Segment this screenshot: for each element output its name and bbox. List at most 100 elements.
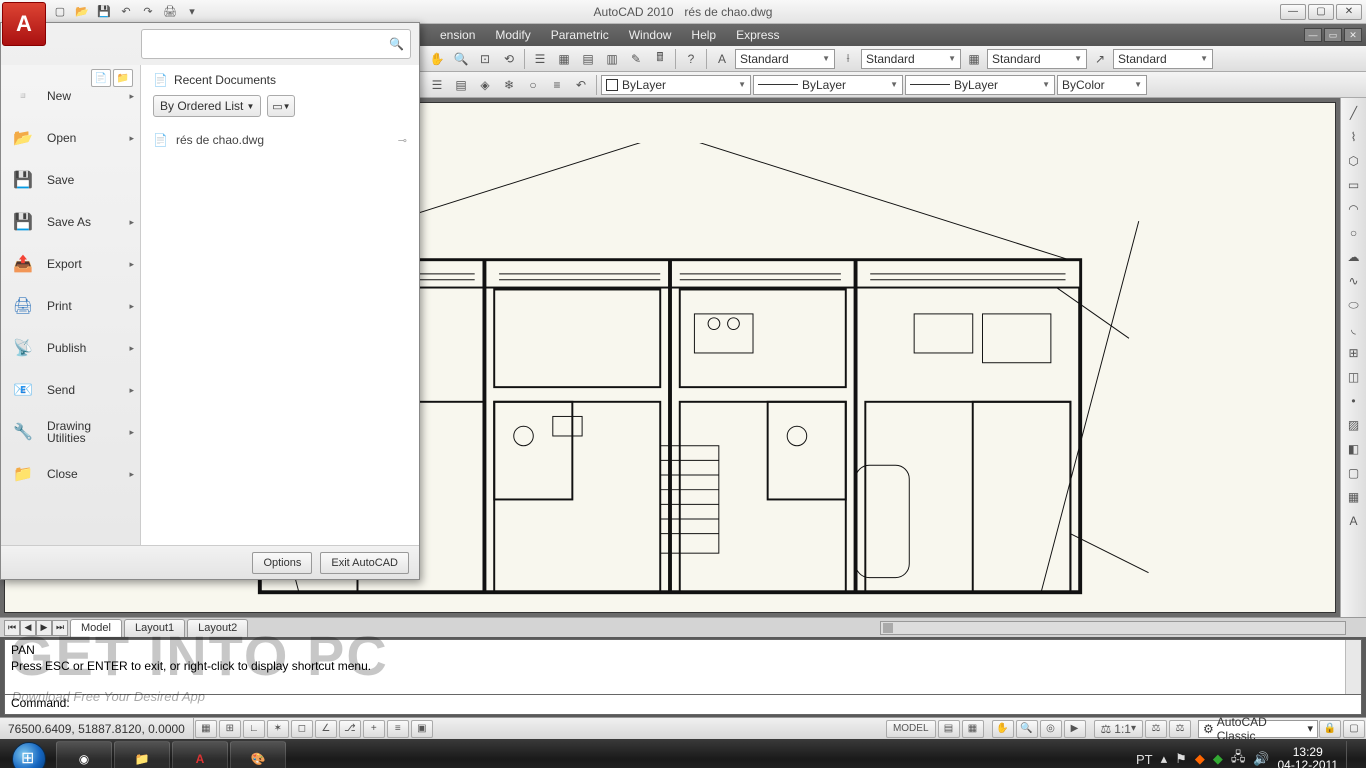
layer-match-icon[interactable]: ≡	[546, 74, 568, 96]
qat-open-icon[interactable]: 📂	[72, 3, 92, 21]
tray-language[interactable]: PT	[1136, 752, 1153, 767]
app-menu-close[interactable]: 📁Close▸	[1, 453, 140, 495]
recent-sort-combo[interactable]: By Ordered List ▼	[153, 95, 261, 117]
window-close-button[interactable]: ✕	[1336, 4, 1362, 20]
taskbar-explorer[interactable]: 📁	[114, 741, 170, 768]
zoom-status-icon[interactable]: 🔍	[1016, 720, 1038, 738]
help-icon[interactable]: ?	[680, 48, 702, 70]
ellipsearc-icon[interactable]: ◟	[1343, 318, 1365, 340]
clean-screen-icon[interactable]: ▢	[1343, 720, 1365, 738]
properties-icon[interactable]: ☰	[529, 48, 551, 70]
dimstyle-combo[interactable]: Standard▼	[861, 49, 961, 69]
menu-parametric[interactable]: Parametric	[541, 24, 619, 46]
textstyle-combo[interactable]: Standard▼	[735, 49, 835, 69]
polygon-icon[interactable]: ⬡	[1343, 150, 1365, 172]
tab-layout2[interactable]: Layout2	[187, 619, 248, 637]
app-menu-utilities[interactable]: 🔧Drawing Utilities▸	[1, 411, 140, 453]
pan-status-icon[interactable]: ✋	[992, 720, 1014, 738]
tablestyle-icon[interactable]: ▦	[963, 48, 985, 70]
hatch-icon[interactable]: ▨	[1343, 414, 1365, 436]
start-button[interactable]	[4, 741, 54, 768]
dimstyle-icon[interactable]: ⟊	[837, 48, 859, 70]
spline-icon[interactable]: ∿	[1343, 270, 1365, 292]
otrack-toggle[interactable]: ∠	[315, 720, 337, 738]
menu-help[interactable]: Help	[681, 24, 726, 46]
pin-icon[interactable]: ⊸	[398, 134, 407, 147]
lineweight-combo[interactable]: ByLayer▼	[905, 75, 1055, 95]
zoom-window-icon[interactable]: ⊡	[474, 48, 496, 70]
model-space-toggle[interactable]: MODEL	[886, 720, 936, 738]
qat-undo-icon[interactable]: ↶	[116, 3, 136, 21]
doc-minimize-button[interactable]: —	[1304, 28, 1322, 42]
last-tab-button[interactable]: ⏭	[52, 620, 68, 636]
color-combo[interactable]: ByLayer▼	[601, 75, 751, 95]
app-menu-open[interactable]: 📂Open▸	[1, 117, 140, 159]
app-menu-saveas[interactable]: 💾Save As▸	[1, 201, 140, 243]
first-tab-button[interactable]: ⏮	[4, 620, 20, 636]
plotstyle-combo[interactable]: ByColor▼	[1057, 75, 1147, 95]
line-icon[interactable]: ╱	[1343, 102, 1365, 124]
app-menu-search-input[interactable]	[148, 37, 389, 51]
prev-tab-button[interactable]: ◀	[20, 620, 36, 636]
window-minimize-button[interactable]: —	[1280, 4, 1306, 20]
recent-view-combo[interactable]: ▭ ▼	[267, 95, 295, 117]
gradient-icon[interactable]: ◧	[1343, 438, 1365, 460]
tray-clock[interactable]: 13:29 04-12-2011	[1278, 746, 1339, 768]
command-history[interactable]: PAN Press ESC or ENTER to exit, or right…	[4, 639, 1362, 695]
layer-off-icon[interactable]: ○	[522, 74, 544, 96]
sheetset-icon[interactable]: ▥	[601, 48, 623, 70]
snap-toggle[interactable]: ▦	[195, 720, 217, 738]
tray-app-icon[interactable]: ◆	[1195, 751, 1205, 767]
polyline-icon[interactable]: ⌇	[1343, 126, 1365, 148]
qat-save-icon[interactable]: 💾	[94, 3, 114, 21]
tab-layout1[interactable]: Layout1	[124, 619, 185, 637]
show-desktop-button[interactable]	[1346, 741, 1354, 768]
toolbar-lock-icon[interactable]: 🔒	[1319, 720, 1341, 738]
layer-freeze-icon[interactable]: ❄	[498, 74, 520, 96]
annotation-scale[interactable]: ⚖1:1 ▾	[1094, 720, 1143, 738]
steering-wheel-icon[interactable]: ◎	[1040, 720, 1062, 738]
menu-modify[interactable]: Modify	[485, 24, 540, 46]
table-icon[interactable]: ▦	[1343, 486, 1365, 508]
linetype-combo[interactable]: ByLayer▼	[753, 75, 903, 95]
ortho-toggle[interactable]: ∟	[243, 720, 265, 738]
revcloud-icon[interactable]: ☁	[1343, 246, 1365, 268]
qat-redo-icon[interactable]: ↷	[138, 3, 158, 21]
lwt-toggle[interactable]: ≡	[387, 720, 409, 738]
app-menu-export[interactable]: 📤Export▸	[1, 243, 140, 285]
pan-icon[interactable]: ✋	[426, 48, 448, 70]
ducs-toggle[interactable]: ⎇	[339, 720, 361, 738]
taskbar-autocad[interactable]: A	[172, 741, 228, 768]
tab-model[interactable]: Model	[70, 619, 122, 637]
quickview-layouts-icon[interactable]: ▤	[938, 720, 960, 738]
menu-dimension[interactable]: ension	[430, 24, 485, 46]
doc-restore-button[interactable]: ▭	[1324, 28, 1342, 42]
app-menu-send[interactable]: 📧Send▸	[1, 369, 140, 411]
layer-prev-icon[interactable]: ↶	[570, 74, 592, 96]
exit-button[interactable]: Exit AutoCAD	[320, 552, 409, 574]
toolpalette-icon[interactable]: ▤	[577, 48, 599, 70]
tray-network-icon[interactable]: 🖧	[1231, 748, 1246, 768]
app-menu-save[interactable]: 💾Save	[1, 159, 140, 201]
window-maximize-button[interactable]: ▢	[1308, 4, 1334, 20]
mleaderstyle-icon[interactable]: ↗	[1089, 48, 1111, 70]
circle-icon[interactable]: ○	[1343, 222, 1365, 244]
tray-flag-icon[interactable]: ⚑	[1175, 751, 1187, 767]
taskbar-paint[interactable]: 🎨	[230, 741, 286, 768]
mleaderstyle-combo[interactable]: Standard▼	[1113, 49, 1213, 69]
app-logo-button[interactable]: A	[2, 2, 46, 46]
tablestyle-combo[interactable]: Standard▼	[987, 49, 1087, 69]
coordinates-readout[interactable]: 76500.6409, 51887.8120, 0.0000	[0, 718, 194, 739]
layer-states-icon[interactable]: ▤	[450, 74, 472, 96]
next-tab-button[interactable]: ▶	[36, 620, 52, 636]
app-menu-search[interactable]: 🔍	[141, 29, 411, 59]
options-button[interactable]: Options	[252, 552, 312, 574]
horizontal-scrollbar[interactable]	[880, 621, 1346, 635]
textstyle-icon[interactable]: A	[711, 48, 733, 70]
qat-dropdown-icon[interactable]: ▾	[182, 3, 202, 21]
region-icon[interactable]: ▢	[1343, 462, 1365, 484]
mtext-icon[interactable]: A	[1343, 510, 1365, 532]
designcenter-icon[interactable]: ▦	[553, 48, 575, 70]
qp-toggle[interactable]: ▣	[411, 720, 433, 738]
app-menu-print[interactable]: 🖨Print▸	[1, 285, 140, 327]
